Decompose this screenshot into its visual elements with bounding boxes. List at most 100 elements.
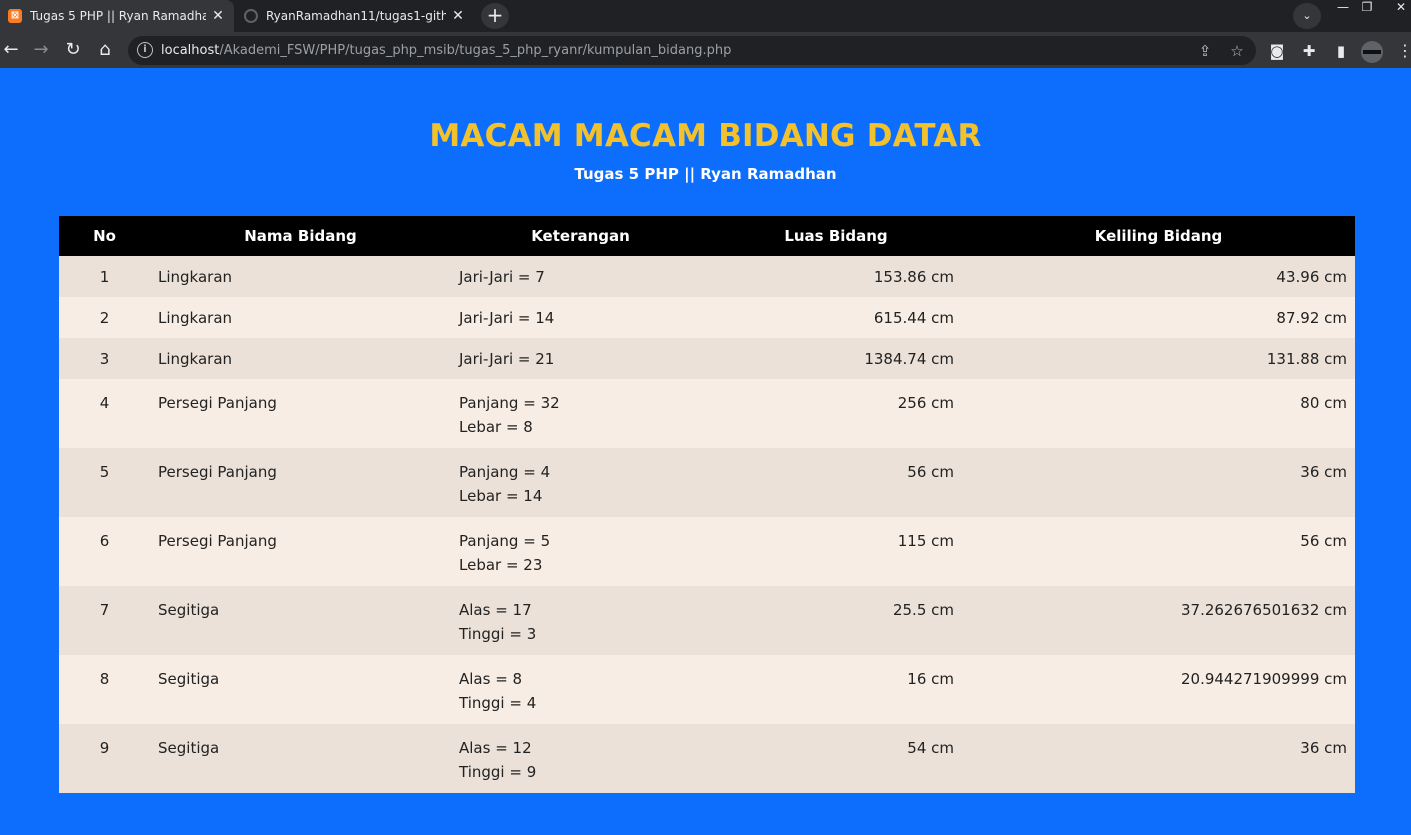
table-row: 4 Persegi Panjang Panjang = 32 Lebar = 8 256… (59, 379, 1355, 448)
cell-no: 3 (99, 350, 110, 368)
keterangan-line: Jari-Jari = 7 (459, 268, 545, 286)
keterangan-line: Tinggi = 4 (459, 694, 537, 712)
cell-keliling-bidang: 87.92 cm (1276, 309, 1347, 327)
cell-luas-bidang: 25.5 cm (892, 601, 954, 619)
keterangan-line: Lebar = 23 (459, 556, 543, 574)
tab-title: RyanRamadhan11/tugas1-github (266, 9, 446, 23)
table-row: 6 Persegi Panjang Panjang = 5 Lebar = 23 115… (59, 517, 1355, 586)
page-body: MACAM MACAM BIDANG DATAR Tugas 5 PHP || … (0, 68, 1411, 835)
cell-no: 6 (99, 532, 110, 550)
site-info-icon[interactable]: i (137, 42, 153, 58)
restore-icon[interactable]: ❐ (1355, 0, 1379, 16)
cell-luas-bidang: 54 cm (907, 739, 954, 757)
tab-close-icon[interactable]: ✕ (210, 8, 226, 24)
keterangan-line: Alas = 8 (459, 670, 523, 688)
cell-keterangan: Jari-Jari = 21 (451, 338, 710, 379)
url-text[interactable]: localhost/Akademi_FSW/PHP/tugas_php_msib… (161, 43, 731, 58)
cell-luas-bidang: 56 cm (907, 463, 954, 481)
reload-icon[interactable]: ↻ (62, 40, 84, 62)
tab-close-icon[interactable]: ✕ (450, 8, 466, 24)
tab-strip: ⊠ Tugas 5 PHP || Ryan Ramadhan ✕ RyanRam… (0, 0, 1411, 32)
table-row: 3 Lingkaran Jari-Jari = 21 1384.74 cm 131.88… (59, 338, 1355, 379)
tab-title: Tugas 5 PHP || Ryan Ramadhan (30, 9, 206, 23)
table-row: 1 Lingkaran Jari-Jari = 7 153.86 cm 43.96 cm (59, 256, 1355, 297)
cell-keliling-bidang: 80 cm (1300, 394, 1347, 412)
cell-keterangan: Alas = 8 Tinggi = 4 (451, 655, 710, 724)
share-icon[interactable]: ⇪ (1195, 41, 1215, 61)
github-favicon-icon (244, 9, 258, 23)
header-no: No (93, 227, 116, 245)
tab-inactive[interactable]: RyanRamadhan11/tugas1-github ✕ (236, 0, 474, 32)
side-panel-icon[interactable]: ▮ (1330, 40, 1352, 62)
new-tab-button[interactable]: + (481, 3, 509, 29)
shapes-table-container: No Nama Bidang Keterangan Luas Bidang Ke… (59, 216, 1355, 793)
cell-keterangan: Alas = 12 Tinggi = 9 (451, 724, 710, 793)
cell-no: 2 (99, 309, 110, 327)
url-path: /Akademi_FSW/PHP/tugas_php_msib/tugas_5_… (219, 43, 732, 58)
cell-keliling-bidang: 43.96 cm (1276, 268, 1347, 286)
cell-keterangan: Jari-Jari = 14 (451, 297, 710, 338)
cell-no: 8 (99, 670, 110, 688)
xampp-favicon-icon: ⊠ (8, 9, 22, 23)
keterangan-line: Tinggi = 9 (459, 763, 537, 781)
cell-no: 1 (99, 268, 110, 286)
cell-no: 7 (99, 601, 110, 619)
table-row: 7 Segitiga Alas = 17 Tinggi = 3 25.5 cm 37.26… (59, 586, 1355, 655)
cell-keliling-bidang: 131.88 cm (1266, 350, 1347, 368)
forward-arrow-icon[interactable]: → (30, 40, 52, 62)
back-arrow-icon[interactable]: ← (0, 40, 22, 62)
cell-keliling-bidang: 36 cm (1300, 463, 1347, 481)
keterangan-line: Lebar = 8 (459, 418, 533, 436)
browser-menu-icon[interactable]: ⋮ (1397, 40, 1411, 62)
cell-keterangan: Alas = 17 Tinggi = 3 (451, 586, 710, 655)
cell-keliling-bidang: 56 cm (1300, 532, 1347, 550)
cell-keliling-bidang: 20.944271909999 cm (1180, 670, 1347, 688)
header-nama-bidang: Nama Bidang (244, 227, 357, 245)
header-keterangan: Keterangan (531, 227, 630, 245)
cell-keterangan: Panjang = 4 Lebar = 14 (451, 448, 710, 517)
bookmark-star-icon[interactable]: ☆ (1227, 41, 1247, 61)
cell-keliling-bidang: 36 cm (1300, 739, 1347, 757)
url-host: localhost (161, 43, 220, 58)
cell-keterangan: Panjang = 32 Lebar = 8 (451, 379, 710, 448)
table-row: 5 Persegi Panjang Panjang = 4 Lebar = 14 56 … (59, 448, 1355, 517)
address-bar[interactable]: i localhost/Akademi_FSW/PHP/tugas_php_ms… (128, 36, 1256, 65)
cell-nama-bidang: Segitiga (158, 601, 220, 619)
keterangan-line: Tinggi = 3 (459, 625, 537, 643)
tab-search-button[interactable]: ⌄ (1293, 3, 1321, 29)
header-luas-bidang: Luas Bidang (784, 227, 888, 245)
home-icon[interactable]: ⌂ (94, 40, 116, 62)
cell-luas-bidang: 1384.74 cm (864, 350, 954, 368)
window-close-icon[interactable]: ✕ (1389, 0, 1411, 16)
keterangan-line: Alas = 17 (459, 601, 532, 619)
browser-toolbar: ← → ↻ ⌂ i localhost/Akademi_FSW/PHP/tuga… (0, 32, 1411, 68)
cell-no: 4 (99, 394, 110, 412)
minimize-icon[interactable]: — (1331, 0, 1355, 16)
cell-keterangan: Panjang = 5 Lebar = 23 (451, 517, 710, 586)
cell-keterangan: Jari-Jari = 7 (451, 256, 710, 297)
keterangan-line: Jari-Jari = 14 (459, 309, 555, 327)
cell-nama-bidang: Segitiga (158, 670, 220, 688)
keterangan-line: Panjang = 5 (459, 532, 551, 550)
cell-nama-bidang: Lingkaran (158, 309, 233, 327)
cell-no: 5 (99, 463, 110, 481)
page-subtitle: Tugas 5 PHP || Ryan Ramadhan (574, 165, 837, 183)
cell-nama-bidang: Lingkaran (158, 350, 233, 368)
extensions-puzzle-icon[interactable]: ✚ (1298, 40, 1320, 62)
keterangan-line: Panjang = 4 (459, 463, 551, 481)
cell-luas-bidang: 153.86 cm (873, 268, 954, 286)
keterangan-line: Lebar = 14 (459, 487, 543, 505)
cell-luas-bidang: 16 cm (907, 670, 954, 688)
page-title: MACAM MACAM BIDANG DATAR (429, 118, 982, 154)
table-row: 8 Segitiga Alas = 8 Tinggi = 4 16 cm 20.94427… (59, 655, 1355, 724)
tab-active[interactable]: ⊠ Tugas 5 PHP || Ryan Ramadhan ✕ (0, 0, 234, 32)
cell-luas-bidang: 115 cm (897, 532, 954, 550)
cell-nama-bidang: Persegi Panjang (158, 532, 277, 550)
cell-nama-bidang: Persegi Panjang (158, 463, 277, 481)
camera-icon[interactable]: ◙ (1266, 40, 1288, 62)
table-row: 2 Lingkaran Jari-Jari = 14 615.44 cm 87.92 c… (59, 297, 1355, 338)
cell-no: 9 (99, 739, 110, 757)
cell-keliling-bidang: 37.262676501632 cm (1180, 601, 1347, 619)
keterangan-line: Jari-Jari = 21 (459, 350, 555, 368)
profile-avatar[interactable] (1361, 41, 1383, 63)
